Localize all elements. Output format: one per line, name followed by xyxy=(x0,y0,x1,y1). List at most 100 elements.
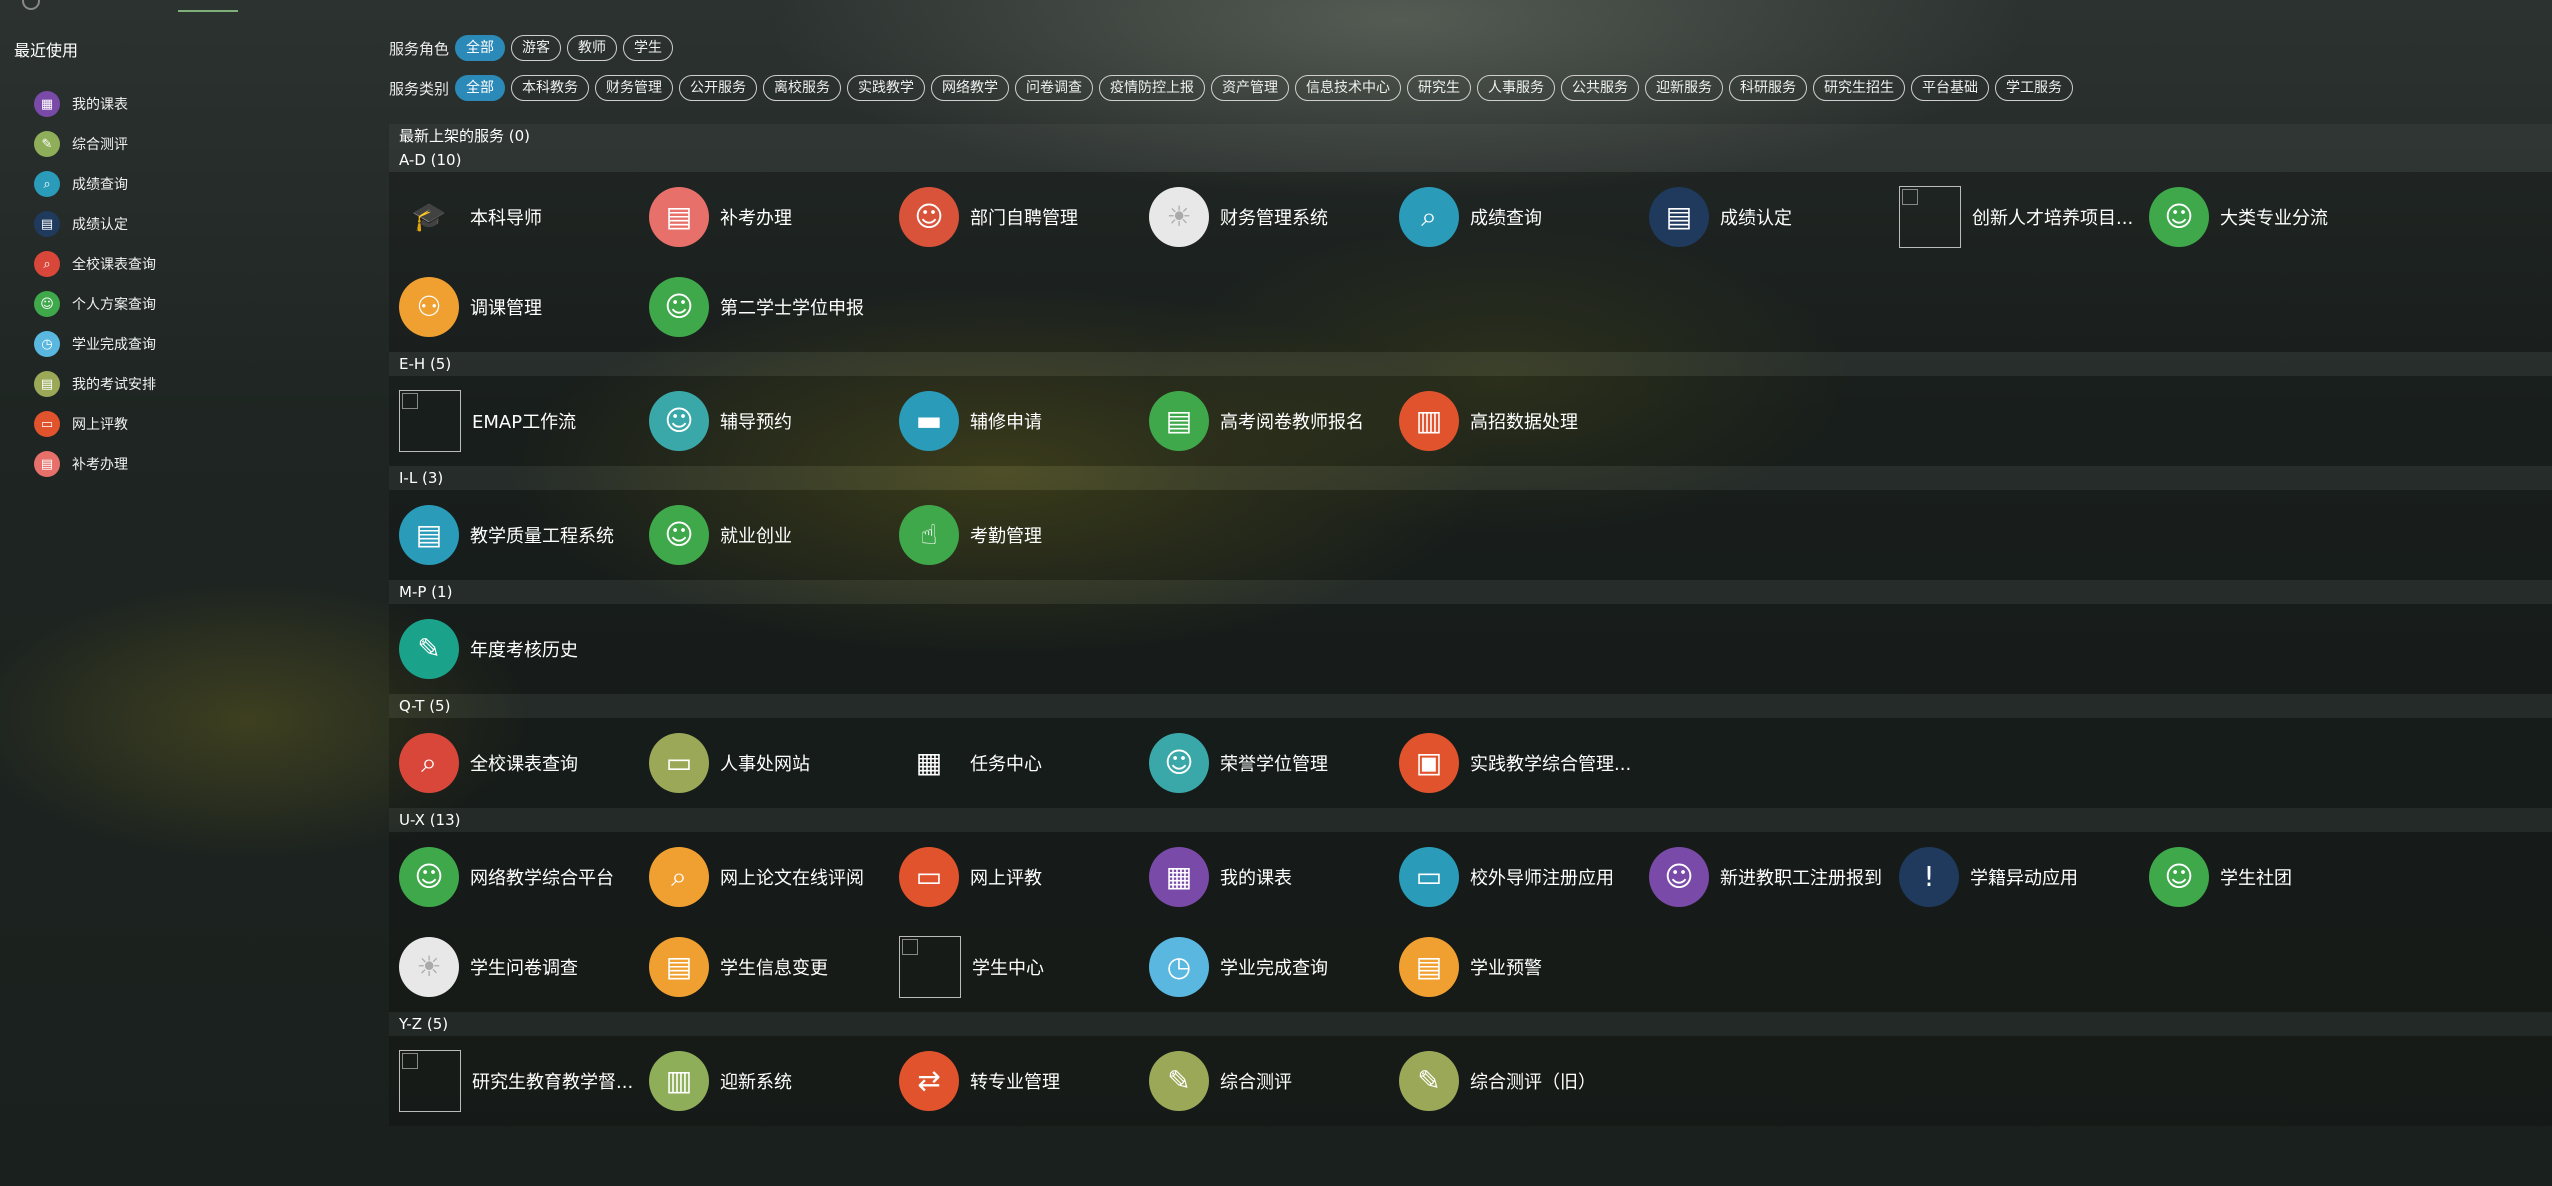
service-item[interactable]: 🎓 本科导师 xyxy=(399,172,649,262)
category-chip[interactable]: 财务管理 xyxy=(595,75,674,101)
service-item[interactable]: ✎ 年度考核历史 xyxy=(399,604,649,694)
category-chip[interactable]: 公开服务 xyxy=(679,75,758,101)
recent-item[interactable]: ◷ 学业完成查询 xyxy=(34,324,156,364)
service-item[interactable]: ▤ 学生信息变更 xyxy=(649,922,899,1012)
recent-item[interactable]: ▤ 补考办理 xyxy=(34,444,156,484)
service-item[interactable]: ▥ 迎新系统 xyxy=(649,1036,899,1126)
service-item[interactable]: ☺ 第二学士学位申报 xyxy=(649,262,899,352)
category-chip[interactable]: 研究生 xyxy=(1407,75,1472,101)
role-chip[interactable]: 游客 xyxy=(511,35,562,61)
service-name: 全校课表查询 xyxy=(470,754,578,775)
service-item[interactable]: ☺ 辅导预约 xyxy=(649,376,899,466)
service-item[interactable]: ⌕ 网上论文在线评阅 xyxy=(649,832,899,922)
service-item[interactable]: ✎ 综合测评（旧） xyxy=(1399,1036,1649,1126)
service-item[interactable]: ! 学籍异动应用 xyxy=(1899,832,2149,922)
recent-item[interactable]: ▦ 我的课表 xyxy=(34,84,156,124)
icon-glyph: ☺ xyxy=(1164,746,1194,779)
category-chip[interactable]: 人事服务 xyxy=(1477,75,1556,101)
icon-glyph: ⌕ xyxy=(421,746,437,779)
category-chip[interactable]: 全部 xyxy=(455,75,506,101)
service-item[interactable]: ▤ 教学质量工程系统 xyxy=(399,490,649,580)
recent-item[interactable]: ▭ 网上评教 xyxy=(34,404,156,444)
service-item[interactable]: ▤ 高考阅卷教师报名 xyxy=(1149,376,1399,466)
checklist-icon: ✎ xyxy=(1399,1051,1459,1111)
icon-glyph: ▤ xyxy=(665,950,693,983)
service-item[interactable]: 创新人才培养项目... xyxy=(1899,172,2149,262)
recent-item[interactable]: ⌕ 全校课表查询 xyxy=(34,244,156,284)
service-name: 辅导预约 xyxy=(720,412,792,433)
service-item[interactable]: ▭ 校外导师注册应用 xyxy=(1399,832,1649,922)
service-item[interactable]: ▦ 我的课表 xyxy=(1149,832,1399,922)
document-chart-icon: ▤ xyxy=(399,505,459,565)
group-icon: ☺ xyxy=(2149,847,2209,907)
service-name: 网上论文在线评阅 xyxy=(720,868,864,889)
service-item[interactable]: ☀ 学生问卷调查 xyxy=(399,922,649,1012)
category-chip[interactable]: 科研服务 xyxy=(1729,75,1808,101)
paper-review-icon: ⌕ xyxy=(649,847,709,907)
service-item[interactable]: ▭ 网上评教 xyxy=(899,832,1149,922)
category-chip[interactable]: 离校服务 xyxy=(763,75,842,101)
recent-item-label: 综合测评 xyxy=(72,137,128,153)
service-item[interactable]: ☺ 大类专业分流 xyxy=(2149,172,2399,262)
service-item[interactable]: ▭ 人事处网站 xyxy=(649,718,899,808)
service-item[interactable]: ☺ 学生社团 xyxy=(2149,832,2399,922)
category-chip[interactable]: 网络教学 xyxy=(931,75,1010,101)
service-item[interactable]: ✎ 综合测评 xyxy=(1149,1036,1399,1126)
alert-document-icon: ! xyxy=(1899,847,1959,907)
recent-item[interactable]: ☺ 个人方案查询 xyxy=(34,284,156,324)
service-item[interactable]: ▦ 任务中心 xyxy=(899,718,1149,808)
role-chip[interactable]: 教师 xyxy=(567,35,618,61)
graduate-icon: ☺ xyxy=(399,847,459,907)
service-item[interactable]: ☺ 部门自聘管理 xyxy=(899,172,1149,262)
service-item[interactable]: ⇄ 转专业管理 xyxy=(899,1036,1149,1126)
service-item[interactable]: ☀ 财务管理系统 xyxy=(1149,172,1399,262)
service-item[interactable]: ▥ 高招数据处理 xyxy=(1399,376,1649,466)
recent-item[interactable]: ▤ 我的考试安排 xyxy=(34,364,156,404)
category-chip[interactable]: 平台基础 xyxy=(1911,75,1990,101)
service-name: 学业完成查询 xyxy=(1220,958,1328,979)
category-chip[interactable]: 学工服务 xyxy=(1995,75,2074,101)
service-item[interactable]: ⚇ 调课管理 xyxy=(399,262,649,352)
category-chip[interactable]: 公共服务 xyxy=(1561,75,1640,101)
service-item[interactable]: ▤ 成绩认定 xyxy=(1649,172,1899,262)
recent-item-label: 全校课表查询 xyxy=(72,257,156,273)
service-item[interactable]: ⌕ 成绩查询 xyxy=(1399,172,1649,262)
service-item[interactable]: ☺ 就业创业 xyxy=(649,490,899,580)
avatar[interactable] xyxy=(22,0,40,10)
service-name: 年度考核历史 xyxy=(470,640,578,661)
service-item[interactable]: ▣ 实践教学综合管理... xyxy=(1399,718,1649,808)
recent-item[interactable]: ⌕ 成绩查询 xyxy=(34,164,156,204)
recent-item[interactable]: ✎ 综合测评 xyxy=(34,124,156,164)
category-chip[interactable]: 疫情防控上报 xyxy=(1099,75,1206,101)
service-item[interactable]: ▤ 补考办理 xyxy=(649,172,899,262)
role-chip[interactable]: 学生 xyxy=(623,35,674,61)
calendar-search-icon: ⌕ xyxy=(34,251,60,277)
category-chip[interactable]: 问卷调查 xyxy=(1015,75,1094,101)
role-chip[interactable]: 全部 xyxy=(455,35,506,61)
category-chip[interactable]: 研究生招生 xyxy=(1813,75,1906,101)
category-chip[interactable]: 资产管理 xyxy=(1211,75,1290,101)
category-chip[interactable]: 迎新服务 xyxy=(1645,75,1724,101)
service-item[interactable]: ☺ 网络教学综合平台 xyxy=(399,832,649,922)
recent-item[interactable]: ▤ 成绩认定 xyxy=(34,204,156,244)
checklist-icon: ✎ xyxy=(34,131,60,157)
service-item[interactable]: ☺ 新进教职工注册报到 xyxy=(1649,832,1899,922)
service-name: 综合测评 xyxy=(1220,1072,1292,1093)
service-item[interactable]: 学生中心 xyxy=(899,922,1149,1012)
category-chip[interactable]: 信息技术中心 xyxy=(1295,75,1402,101)
category-chip[interactable]: 实践教学 xyxy=(847,75,926,101)
id-card-icon: ▣ xyxy=(1399,733,1459,793)
service-item[interactable]: ▤ 学业预警 xyxy=(1399,922,1649,1012)
service-item[interactable]: ⌕ 全校课表查询 xyxy=(399,718,649,808)
service-item[interactable]: ◷ 学业完成查询 xyxy=(1149,922,1399,1012)
graduate-teacher-icon: 🎓 xyxy=(399,187,459,247)
service-item[interactable]: ☝ 考勤管理 xyxy=(899,490,1149,580)
service-name: 网上评教 xyxy=(970,868,1042,889)
service-item[interactable]: ▬ 辅修申请 xyxy=(899,376,1149,466)
section-items: ▤ 教学质量工程系统 ☺ 就业创业 ☝ 考勤管理 xyxy=(389,490,2552,580)
service-item[interactable]: 研究生教育教学督... xyxy=(399,1036,649,1126)
service-item[interactable]: ☺ 荣誉学位管理 xyxy=(1149,718,1399,808)
service-list: 最新上架的服务 (0) A-D (10) 🎓 本科导师 ▤ 补考办理 ☺ 部门自聘管理 ☀ 财务管… xyxy=(389,124,2552,1126)
service-item[interactable]: EMAP工作流 xyxy=(399,376,649,466)
category-chip[interactable]: 本科教务 xyxy=(511,75,590,101)
